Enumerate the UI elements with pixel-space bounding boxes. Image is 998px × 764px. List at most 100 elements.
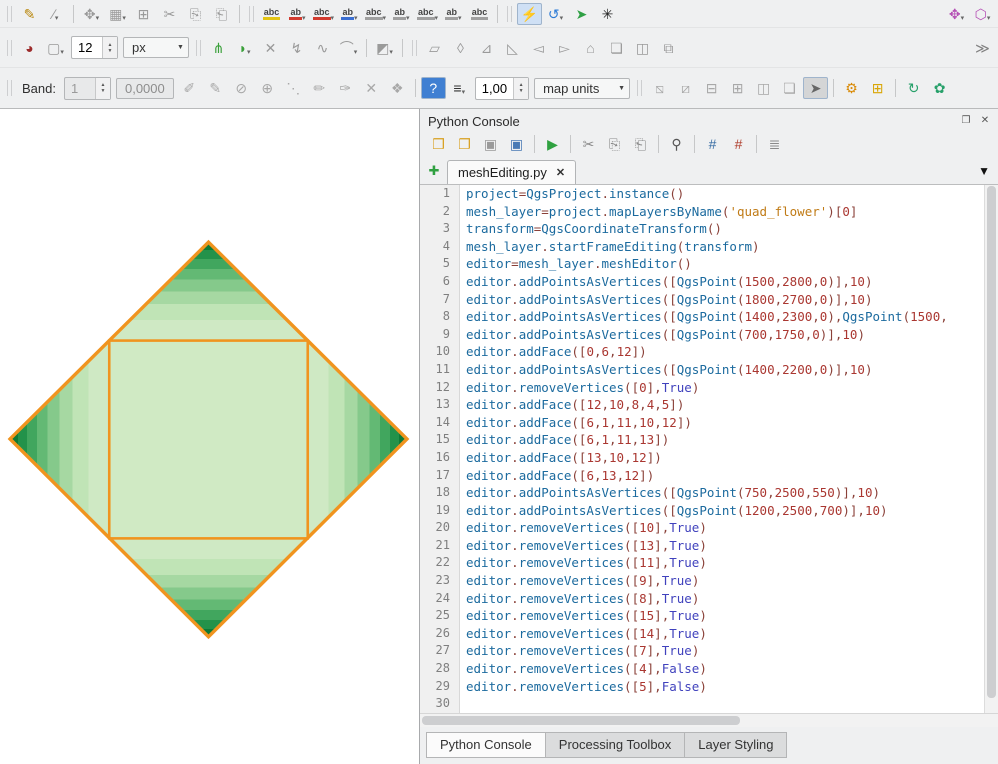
settings-gear-button[interactable]: ⚙ [839,77,864,99]
dock-tab-processing-toolbox[interactable]: Processing Toolbox [545,732,686,758]
comment-button[interactable]: # [700,133,725,155]
apply-arrow-button[interactable]: ➤ [803,77,828,99]
open-external-button[interactable]: ❐ [452,133,477,155]
text-annotation-button[interactable]: ◕ [17,37,42,59]
label-yellow-button[interactable]: abc [259,3,284,25]
label-red-button[interactable]: abc▾ [311,3,336,25]
label-grey-1-button[interactable]: abc▾ [363,3,388,25]
wave-line-button[interactable]: ∿ [310,37,335,59]
new-tab-button[interactable]: ✚ [424,163,444,179]
pencil-button[interactable]: ✎ [203,77,228,99]
label-grey-5-button[interactable]: abc [467,3,492,25]
clear-x-button[interactable]: ✕ [359,77,384,99]
processing-run-button[interactable]: ➤ [569,3,594,25]
dots-diagonal-button[interactable]: ⋱ [281,77,306,99]
pencil-2-button[interactable]: ✏ [307,77,332,99]
shape-triangle-a-button[interactable]: ⊿ [474,37,499,59]
grid-tool-button[interactable]: ▦▾ [105,3,130,25]
code-editor[interactable]: 1project=QgsProject.instance()2mesh_laye… [420,185,984,713]
shape-triangle-b-button[interactable]: ◺ [500,37,525,59]
shape-parallelogram-button[interactable]: ▱ [422,37,447,59]
dock-tab-layer-styling[interactable]: Layer Styling [684,732,787,758]
label-grey-3-button[interactable]: abc▾ [415,3,440,25]
shape-house-button[interactable]: ⌂ [578,37,603,59]
hscroll-handle[interactable] [422,716,740,725]
toolbar-handle[interactable] [412,40,417,56]
expand-more-button[interactable]: ≫ [970,37,995,59]
toolbar-handle[interactable] [7,40,12,56]
shape-overlay-button[interactable]: ⧉ [656,37,681,59]
layer-green-button[interactable]: ◗▾ [232,37,257,59]
toolbar-handle[interactable] [507,6,512,22]
uncomment-button[interactable]: # [726,133,751,155]
branch-green-button[interactable]: ⋔ [206,37,231,59]
label-red-slash-button[interactable]: ab▾ [285,3,310,25]
prohibit-button[interactable]: ⊘ [229,77,254,99]
toolbar-handle[interactable] [637,80,642,96]
paste-features-button[interactable]: ⎗ [209,3,234,25]
open-script-button[interactable]: ❒ [426,133,451,155]
editor-vscrollbar[interactable] [984,185,998,713]
editor-tab[interactable]: meshEditing.py ✕ [447,160,576,184]
slash-digitize-button[interactable]: ∕▾ [43,3,68,25]
map-canvas[interactable] [0,109,420,764]
box-split-button[interactable]: ◫ [751,77,776,99]
label-grey-4-button[interactable]: ab▾ [441,3,466,25]
object-inspector-button[interactable]: ≣ [762,133,787,155]
copy-features-button[interactable]: ⎘ [183,3,208,25]
font-size-spinner[interactable]: 12▲▼ [71,36,118,59]
toolbar-handle[interactable] [7,80,12,96]
shape-diamond-button[interactable]: ◊ [448,37,473,59]
copy-button[interactable]: ⎘ [602,133,627,155]
tab-close-icon[interactable]: ✕ [556,166,565,179]
pencil-3-button[interactable]: ✑ [333,77,358,99]
current-edits-button[interactable]: ✎ [17,3,42,25]
close-panel-button[interactable]: ✕ [978,114,992,128]
run-script-button[interactable]: ▶ [540,133,565,155]
flower-button[interactable]: ✿ [927,77,952,99]
spinner-arrows[interactable]: ▲▼ [102,37,117,58]
cross-lines-button[interactable]: ↯ [284,37,309,59]
spinner-down-icon[interactable]: ▼ [103,48,117,54]
half-fill-square-button[interactable]: ◩▾ [372,37,397,59]
paste-button[interactable]: ⎗ [628,133,653,155]
add-preset-button[interactable]: ⊞ [865,77,890,99]
attributes-table-button[interactable]: ⊞ [131,3,156,25]
save-button[interactable]: ▣ [478,133,503,155]
overlap-right-button[interactable]: ⧄ [673,77,698,99]
shape-window-button[interactable]: ◫ [630,37,655,59]
cut-features-button[interactable]: ✂ [157,3,182,25]
overlap-left-button[interactable]: ⧅ [647,77,672,99]
spinner-down-icon[interactable]: ▼ [514,88,528,94]
move-feature-button[interactable]: ✥▾ [79,3,104,25]
undo-button[interactable]: ↺▾ [543,3,568,25]
refresh-button[interactable]: ↻ [901,77,926,99]
save-as-button[interactable]: ▣ [504,133,529,155]
stroke-width-spinner[interactable]: 1,00▲▼ [475,77,529,100]
editor-hscrollbar[interactable] [420,713,998,727]
map-units-combo[interactable]: map units▼ [534,78,630,99]
delete-x-button[interactable]: ✕ [258,37,283,59]
float-panel-button[interactable]: ❐ [959,114,973,128]
diamond-tool-button[interactable]: ❖ [385,77,410,99]
help-button[interactable]: ? [421,77,446,99]
add-node-button[interactable]: ⊕ [255,77,280,99]
shape-left-button[interactable]: ◅ [526,37,551,59]
box-frame-button[interactable]: ❏ [777,77,802,99]
box-plus-button[interactable]: ⊞ [725,77,750,99]
toolbar-handle[interactable] [249,6,254,22]
box-minus-button[interactable]: ⊟ [699,77,724,99]
draw-nib-button[interactable]: ✐ [177,77,202,99]
spinner-arrows[interactable]: ▲▼ [513,78,528,99]
toolbar-handle[interactable] [7,6,12,22]
dock-tab-python-console[interactable]: Python Console [426,732,546,758]
label-blue-button[interactable]: ab▾ [337,3,362,25]
toolbar-handle[interactable] [196,40,201,56]
reference-scale-button[interactable]: ▢▾ [43,37,68,59]
plugin-active-button[interactable]: ⚡ [517,3,542,25]
size-units-combo[interactable]: px▼ [123,37,189,58]
vscroll-handle[interactable] [987,186,996,698]
shape-right-button[interactable]: ▻ [552,37,577,59]
label-grey-2-button[interactable]: ab▾ [389,3,414,25]
arc-segment-button[interactable]: ⌒▾ [336,37,361,59]
